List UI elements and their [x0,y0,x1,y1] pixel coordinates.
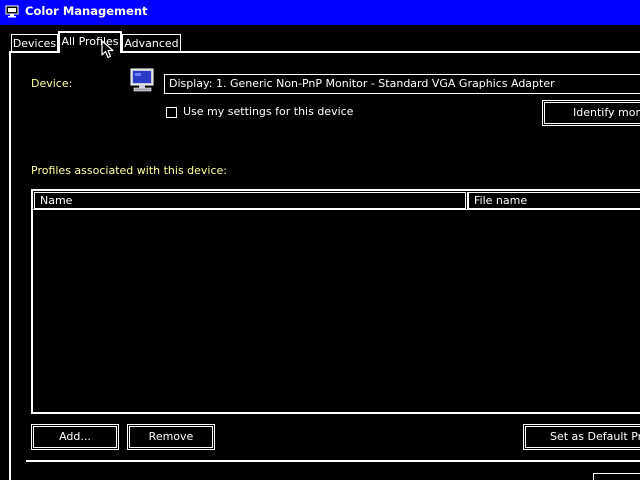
tab-advanced[interactable]: Advanced [122,34,181,52]
window-title: Color Management [25,4,148,18]
tab-panel [9,51,640,480]
color-management-window: Color Management Devices All Profiles Ad… [0,0,640,480]
color-management-icon [5,5,19,18]
mouse-cursor-icon [101,40,114,59]
tab-devices[interactable]: Devices [11,34,58,52]
title-bar: Color Management [0,0,640,25]
